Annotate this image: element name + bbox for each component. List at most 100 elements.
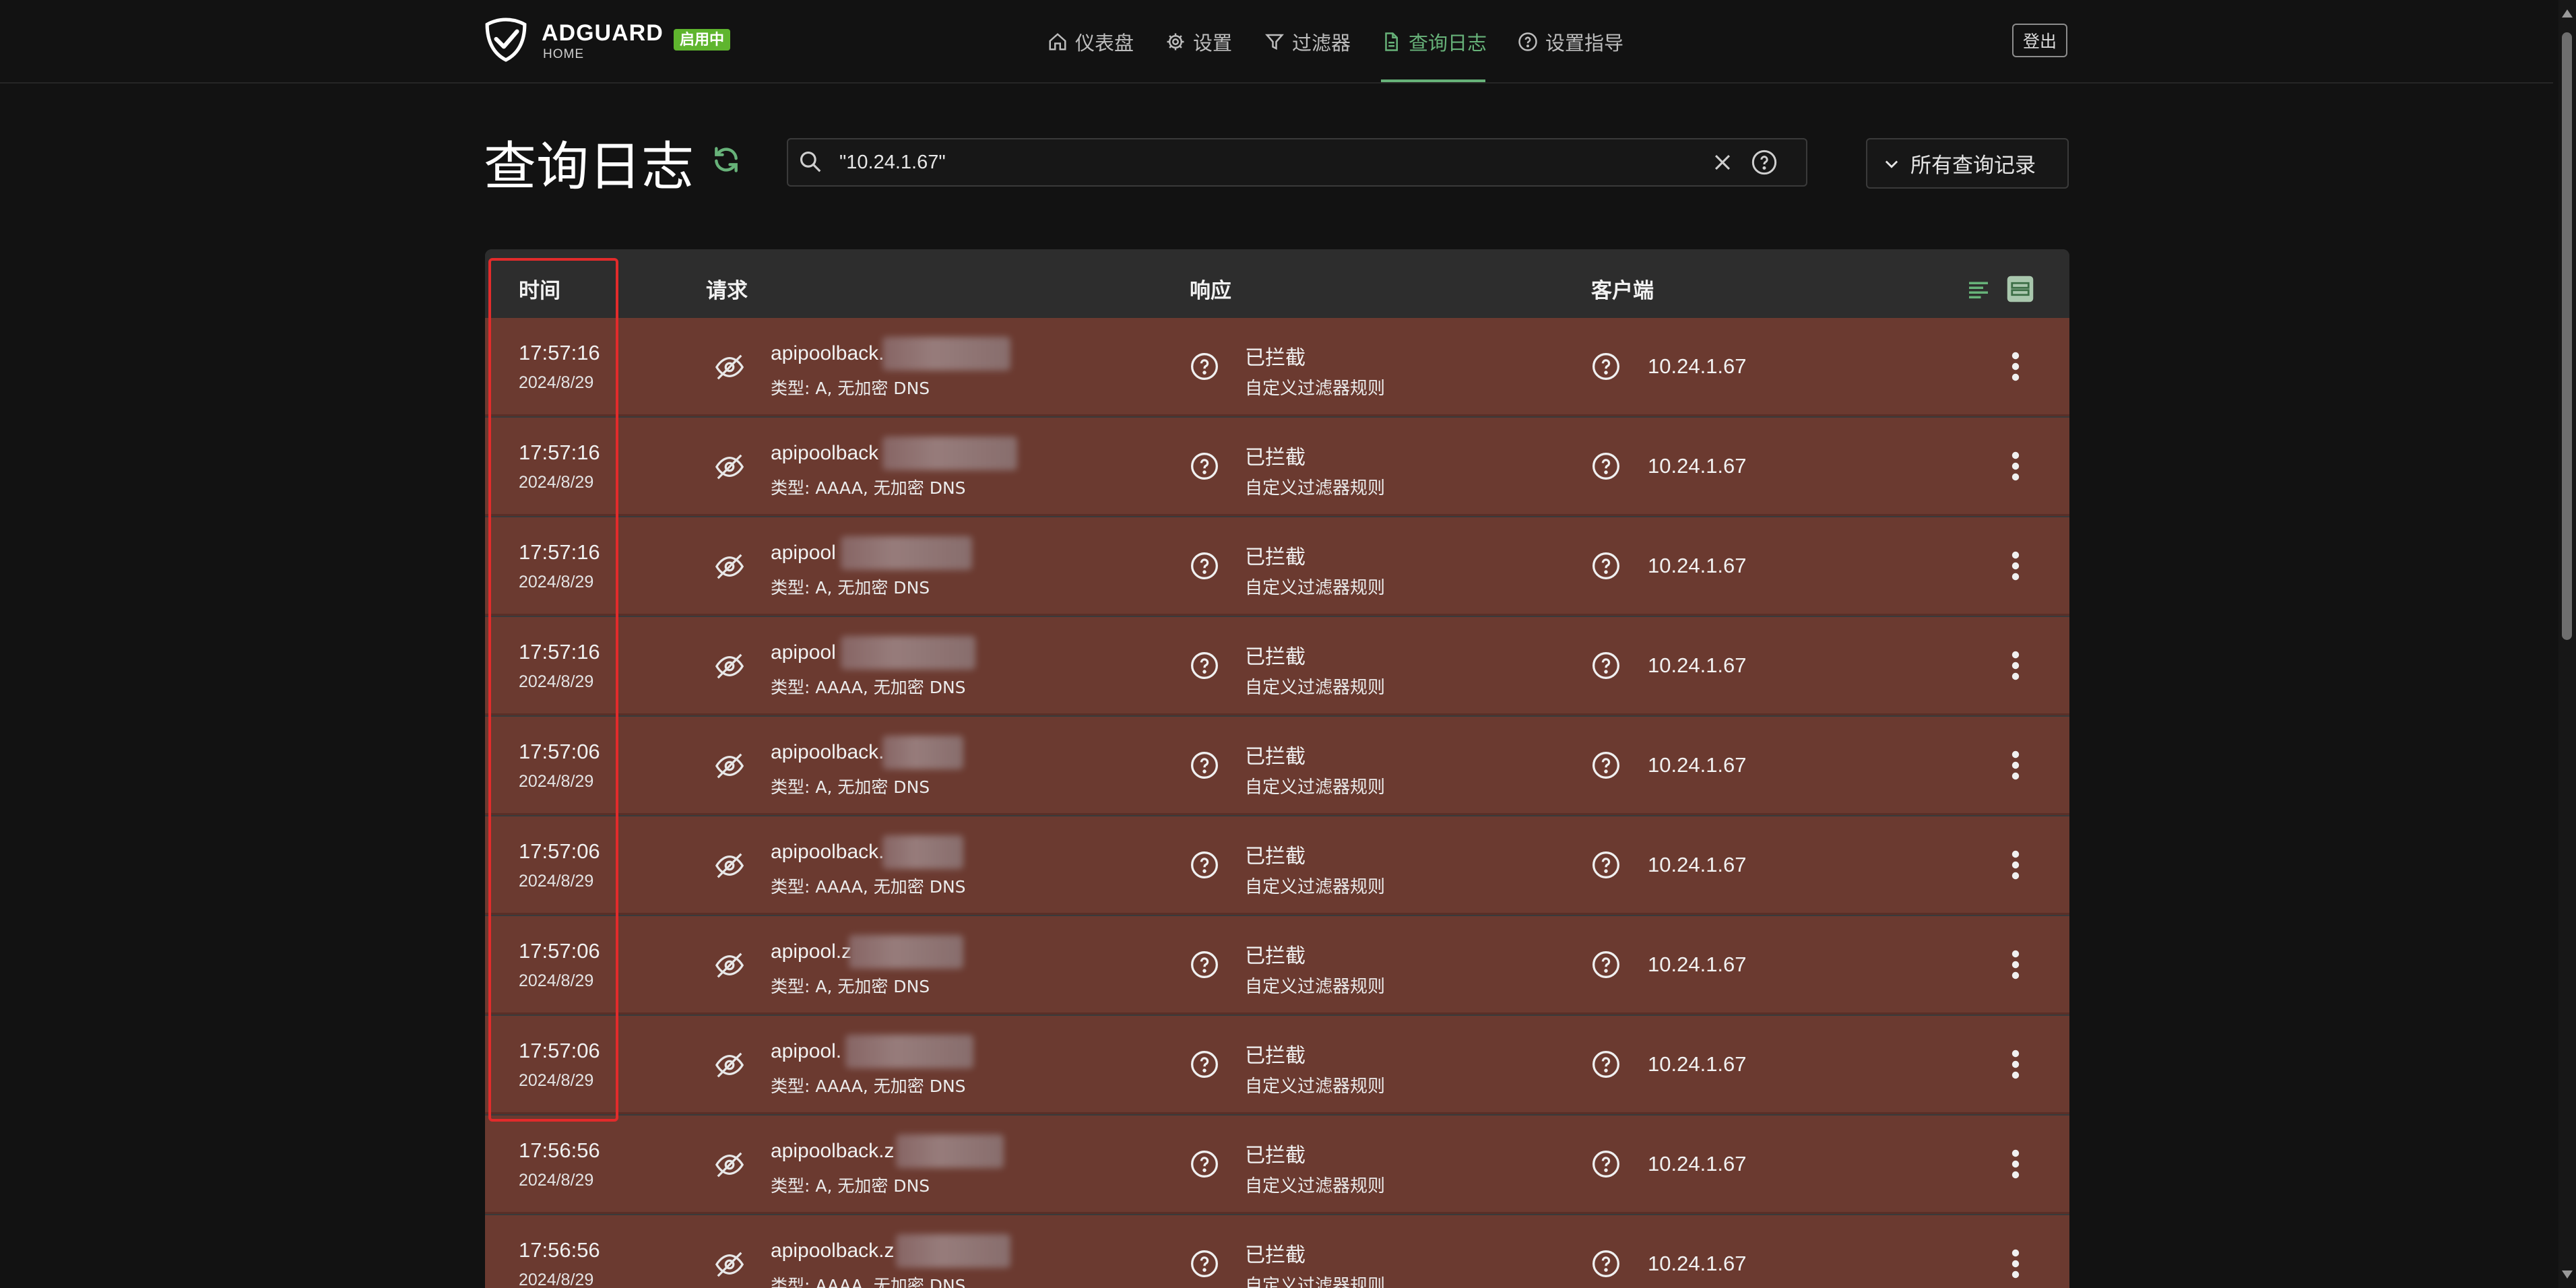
client-help-icon[interactable] <box>1591 551 1621 581</box>
column-client: 客户端 <box>1591 279 1654 303</box>
row-time: 17:56:56 <box>519 1138 600 1162</box>
eye-off-icon <box>715 554 744 579</box>
nav-setup-guide[interactable]: 设置指导 <box>1518 27 1623 57</box>
nav-filters[interactable]: 过滤器 <box>1264 27 1351 57</box>
more-vertical-icon[interactable] <box>2007 1047 2024 1082</box>
row-client[interactable]: 10.24.1.67 <box>1648 1252 1747 1276</box>
row-client[interactable]: 10.24.1.67 <box>1648 853 1747 877</box>
row-domain[interactable]: apipoolback.z <box>771 1140 894 1163</box>
row-domain[interactable]: apipool <box>771 542 836 565</box>
more-vertical-icon[interactable] <box>2007 847 2024 882</box>
scrollbar-thumb[interactable] <box>2562 32 2572 640</box>
more-vertical-icon[interactable] <box>2007 947 2024 982</box>
client-help-icon[interactable] <box>1591 352 1621 381</box>
redacted-domain <box>896 1134 1004 1168</box>
table-row[interactable]: 17:57:16 2024/8/29 apipoolback. 类型: A, 无… <box>485 318 2069 416</box>
compact-view-icon[interactable] <box>1964 275 1993 303</box>
row-status: 已拦截 <box>1245 944 1306 968</box>
table-row[interactable]: 17:57:06 2024/8/29 apipool. 类型: AAAA, 无加… <box>485 1016 2069 1114</box>
table-row[interactable]: 17:57:16 2024/8/29 apipoolback 类型: AAAA,… <box>485 418 2069 516</box>
gear-icon <box>1167 33 1184 51</box>
table-row[interactable]: 17:57:16 2024/8/29 apipool 类型: A, 无加密 DN… <box>485 517 2069 616</box>
client-help-icon[interactable] <box>1591 1249 1621 1279</box>
row-date: 2024/8/29 <box>519 672 594 691</box>
row-date: 2024/8/29 <box>519 772 594 791</box>
nav-settings-label: 设置 <box>1193 33 1233 55</box>
client-help-icon[interactable] <box>1591 950 1621 979</box>
row-time: 17:57:16 <box>519 540 600 564</box>
scroll-down-arrow-icon[interactable] <box>2562 1270 2573 1279</box>
table-row[interactable]: 17:57:06 2024/8/29 apipoolback. 类型: A, 无… <box>485 717 2069 815</box>
row-client[interactable]: 10.24.1.67 <box>1648 653 1747 678</box>
more-vertical-icon[interactable] <box>2007 349 2024 384</box>
response-help-icon[interactable] <box>1190 1149 1219 1179</box>
response-help-icon[interactable] <box>1190 950 1219 979</box>
more-vertical-icon[interactable] <box>2007 748 2024 783</box>
table-row[interactable]: 17:57:06 2024/8/29 apipoolback. 类型: AAAA… <box>485 816 2069 915</box>
nav-query-log[interactable]: 查询日志 <box>1381 27 1487 57</box>
table-row[interactable]: 17:57:16 2024/8/29 apipool 类型: AAAA, 无加密… <box>485 617 2069 715</box>
row-domain[interactable]: apipoolback. <box>771 741 884 764</box>
table-row[interactable]: 17:56:56 2024/8/29 apipoolback.z 类型: A, … <box>485 1116 2069 1214</box>
search-input[interactable] <box>839 139 1681 185</box>
search-help-icon[interactable] <box>1751 149 1778 176</box>
row-domain[interactable]: apipool.z <box>771 940 851 963</box>
scroll-up-arrow-icon[interactable] <box>2562 9 2573 18</box>
more-vertical-icon[interactable] <box>2007 548 2024 583</box>
adguard-logo-icon[interactable] <box>484 18 528 62</box>
response-help-icon[interactable] <box>1190 750 1219 780</box>
row-status: 已拦截 <box>1245 1244 1306 1267</box>
row-domain[interactable]: apipoolback. <box>771 841 884 864</box>
response-help-icon[interactable] <box>1190 850 1219 880</box>
row-date: 2024/8/29 <box>519 573 594 591</box>
response-help-icon[interactable] <box>1190 451 1219 481</box>
row-client[interactable]: 10.24.1.67 <box>1648 753 1747 777</box>
row-client[interactable]: 10.24.1.67 <box>1648 354 1747 379</box>
redacted-domain <box>849 935 963 969</box>
filter-icon <box>1264 34 1285 51</box>
response-help-icon[interactable] <box>1190 651 1219 680</box>
client-help-icon[interactable] <box>1591 850 1621 880</box>
client-help-icon[interactable] <box>1591 1050 1621 1079</box>
response-help-icon[interactable] <box>1190 1249 1219 1279</box>
row-date: 2024/8/29 <box>519 971 594 990</box>
refresh-icon[interactable] <box>711 145 741 174</box>
table-row[interactable]: 17:57:06 2024/8/29 apipool.z 类型: A, 无加密 … <box>485 916 2069 1015</box>
more-vertical-icon[interactable] <box>2007 648 2024 683</box>
row-client[interactable]: 10.24.1.67 <box>1648 953 1747 977</box>
nav-settings[interactable]: 设置 <box>1165 27 1232 57</box>
row-domain[interactable]: apipoolback <box>771 442 878 465</box>
row-client[interactable]: 10.24.1.67 <box>1648 1152 1747 1176</box>
row-client[interactable]: 10.24.1.67 <box>1648 1052 1747 1076</box>
response-help-icon[interactable] <box>1190 352 1219 381</box>
row-domain[interactable]: apipoolback.z <box>771 1239 894 1262</box>
client-help-icon[interactable] <box>1591 750 1621 780</box>
row-domain[interactable]: apipool. <box>771 1040 841 1063</box>
default-view-icon[interactable] <box>2006 275 2034 303</box>
nav-dashboard[interactable]: 仪表盘 <box>1048 27 1134 57</box>
client-help-icon[interactable] <box>1591 651 1621 680</box>
query-filter-dropdown[interactable]: 所有查询记录 <box>1866 138 2069 189</box>
table-row[interactable]: 17:56:56 2024/8/29 apipoolback.z 类型: AAA… <box>485 1215 2069 1288</box>
response-help-icon[interactable] <box>1190 551 1219 581</box>
row-client[interactable]: 10.24.1.67 <box>1648 554 1747 578</box>
client-help-icon[interactable] <box>1591 1149 1621 1179</box>
client-help-icon[interactable] <box>1591 451 1621 481</box>
close-icon[interactable] <box>1711 151 1734 174</box>
logout-button[interactable]: 登出 <box>2012 24 2067 57</box>
row-rule: 自定义过滤器规则 <box>1245 977 1386 997</box>
redacted-domain <box>882 337 1010 371</box>
row-type: 类型: AAAA, 无加密 DNS <box>771 877 966 897</box>
row-date: 2024/8/29 <box>519 1270 594 1288</box>
page-title: 查询日志 <box>484 137 695 197</box>
brand-name: ADGUARD <box>542 20 664 46</box>
more-vertical-icon[interactable] <box>2007 1147 2024 1182</box>
row-client[interactable]: 10.24.1.67 <box>1648 454 1747 478</box>
row-domain[interactable]: apipool <box>771 641 836 664</box>
response-help-icon[interactable] <box>1190 1050 1219 1079</box>
more-vertical-icon[interactable] <box>2007 449 2024 484</box>
row-domain[interactable]: apipoolback. <box>771 342 884 365</box>
row-rule: 自定义过滤器规则 <box>1245 1076 1386 1097</box>
more-vertical-icon[interactable] <box>2007 1246 2024 1281</box>
row-status: 已拦截 <box>1245 845 1306 868</box>
